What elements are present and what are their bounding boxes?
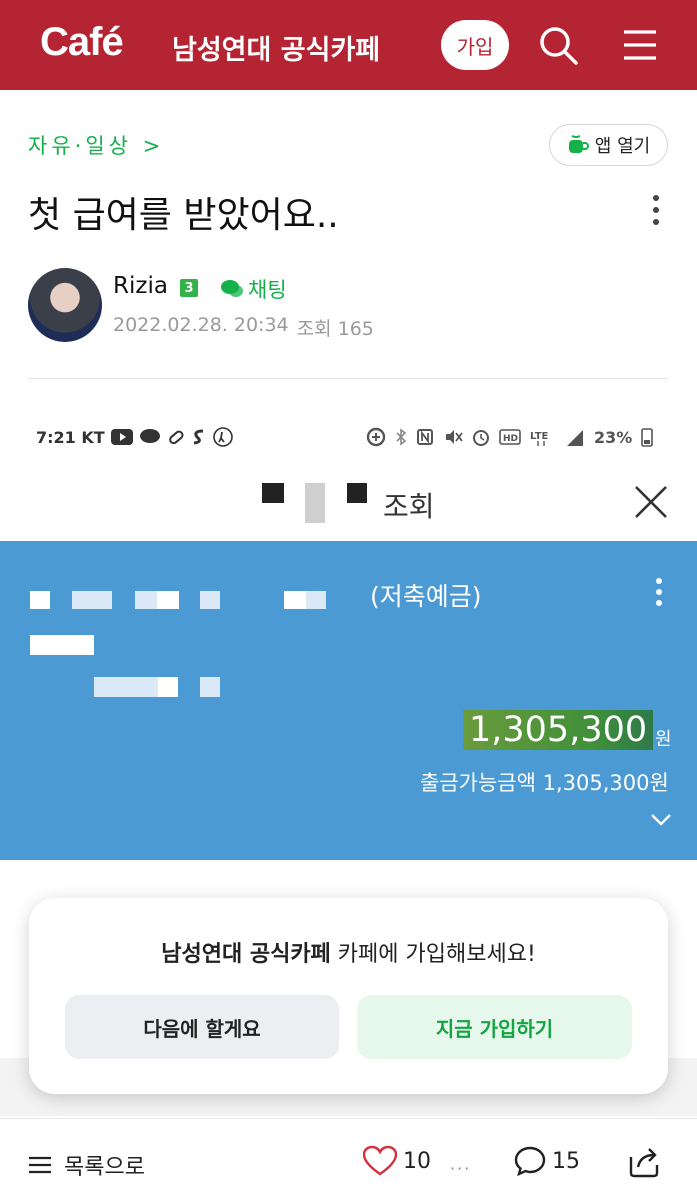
- coffee-cup-icon: [568, 135, 589, 153]
- join-button[interactable]: 가입: [441, 20, 509, 70]
- blurred-block: [30, 591, 50, 609]
- blurred-block: [262, 483, 284, 503]
- nfc-icon: [417, 429, 433, 445]
- status-battery: 23%: [594, 427, 633, 447]
- author-level-badge: 3: [180, 279, 198, 297]
- account-balance: 1,305,300: [463, 710, 654, 750]
- chat-label: 채팅: [248, 278, 287, 302]
- close-icon: [635, 486, 667, 518]
- battery-icon: [641, 428, 654, 447]
- attached-bank-screenshot: 7:21 KT HD LTE 23% 조회 (저축예금) 1,305,300 원…: [0, 405, 697, 860]
- comment-count: 15: [552, 1148, 580, 1174]
- signal-icon: [567, 430, 583, 446]
- top-header: Café 남성연대 공식카페 가입: [0, 0, 697, 90]
- blurred-block: [284, 591, 306, 609]
- app-s-icon: [193, 429, 203, 445]
- divider: [28, 378, 668, 379]
- share-icon[interactable]: [626, 1145, 662, 1179]
- blurred-block: [347, 483, 367, 503]
- youtube-icon: [110, 429, 133, 445]
- more-options-icon[interactable]: [644, 192, 668, 228]
- post-meta: 2022.02.28. 20:34 조회 165: [113, 314, 374, 341]
- account-type: (저축예금): [370, 582, 482, 611]
- list-icon: [29, 1156, 51, 1174]
- bluetooth-icon: [396, 428, 407, 446]
- comment-bubble-icon: [514, 1146, 546, 1176]
- chat-bubble-icon: [221, 280, 243, 297]
- join-now-button[interactable]: 지금 가입하기: [357, 995, 632, 1059]
- post-title: 첫 급여를 받았어요..: [28, 195, 339, 236]
- svg-text:HD: HD: [503, 434, 518, 444]
- cafe-logo[interactable]: Café: [40, 20, 124, 65]
- cafe-post-page: Café 남성연대 공식카페 가입 자유·일상 > 앱 열기 첫 급여를 받았어…: [0, 0, 697, 1200]
- alarm-icon: [473, 430, 489, 446]
- screenshot-title: 조회: [383, 490, 435, 523]
- more-reactions-button[interactable]: ···: [450, 1159, 471, 1178]
- available-amount: 출금가능금액 1,305,300원: [420, 771, 669, 795]
- status-time: 7:21 KT: [36, 427, 105, 447]
- blurred-block: [200, 677, 220, 697]
- hd-icon: HD: [499, 429, 521, 445]
- bottom-action-bar: 목록으로 10 ··· 15: [0, 1118, 697, 1200]
- join-prompt-cafe-name: 남성연대 공식카페: [161, 942, 331, 967]
- balance-currency: 원: [655, 729, 672, 750]
- join-prompt-message: 남성연대 공식카페 카페에 가입해보세요!: [29, 936, 668, 968]
- search-icon[interactable]: [537, 24, 579, 66]
- phone-status-bar-left: 7:21 KT: [36, 427, 233, 447]
- blurred-block: [306, 591, 326, 609]
- blurred-block: [135, 591, 157, 609]
- like-count: 10: [403, 1148, 431, 1174]
- back-to-list-label: 목록으로: [64, 1155, 145, 1180]
- comment-button[interactable]: 15: [514, 1146, 580, 1176]
- blurred-block: [72, 591, 112, 609]
- blurred-block: [94, 677, 158, 697]
- card-more-icon: [656, 578, 662, 606]
- chat-button[interactable]: 채팅: [220, 274, 287, 304]
- open-app-button[interactable]: 앱 열기: [549, 124, 668, 166]
- back-to-list-button[interactable]: 목록으로: [28, 1149, 145, 1181]
- view-count: 조회 165: [296, 318, 374, 340]
- cafe-title[interactable]: 남성연대 공식카페: [172, 28, 380, 67]
- blurred-block: [305, 483, 325, 523]
- blurred-block: [200, 591, 220, 609]
- author-avatar[interactable]: [28, 268, 102, 342]
- open-app-label: 앱 열기: [594, 136, 651, 157]
- later-button[interactable]: 다음에 할게요: [65, 995, 339, 1059]
- svg-text:LTE: LTE: [530, 431, 549, 442]
- chevron-down-icon: [651, 814, 671, 826]
- lte-icon: LTE: [530, 431, 549, 446]
- blurred-block: [157, 591, 179, 609]
- walking-icon: [212, 427, 233, 447]
- talk-icon: [139, 429, 160, 443]
- hamburger-menu-icon[interactable]: [622, 28, 658, 62]
- account-card: (저축예금) 1,305,300 원 출금가능금액 1,305,300원: [0, 541, 697, 860]
- pill-icon: [168, 430, 184, 445]
- join-prompt-text: 카페에 가입해보세요!: [330, 942, 536, 967]
- blurred-block: [158, 677, 178, 697]
- mute-icon: [446, 430, 463, 444]
- blurred-block: [30, 635, 94, 655]
- data-saver-icon: [366, 427, 386, 447]
- phone-status-bar-right: HD LTE 23%: [366, 427, 654, 447]
- heart-icon: [363, 1146, 397, 1176]
- like-button[interactable]: 10: [363, 1146, 431, 1176]
- board-category-link[interactable]: 자유·일상 >: [28, 130, 164, 160]
- join-prompt-modal: 남성연대 공식카페 카페에 가입해보세요! 다음에 할게요 지금 가입하기: [29, 898, 668, 1094]
- post-date: 2022.02.28. 20:34: [113, 314, 289, 336]
- author-name[interactable]: Rizia: [113, 273, 168, 299]
